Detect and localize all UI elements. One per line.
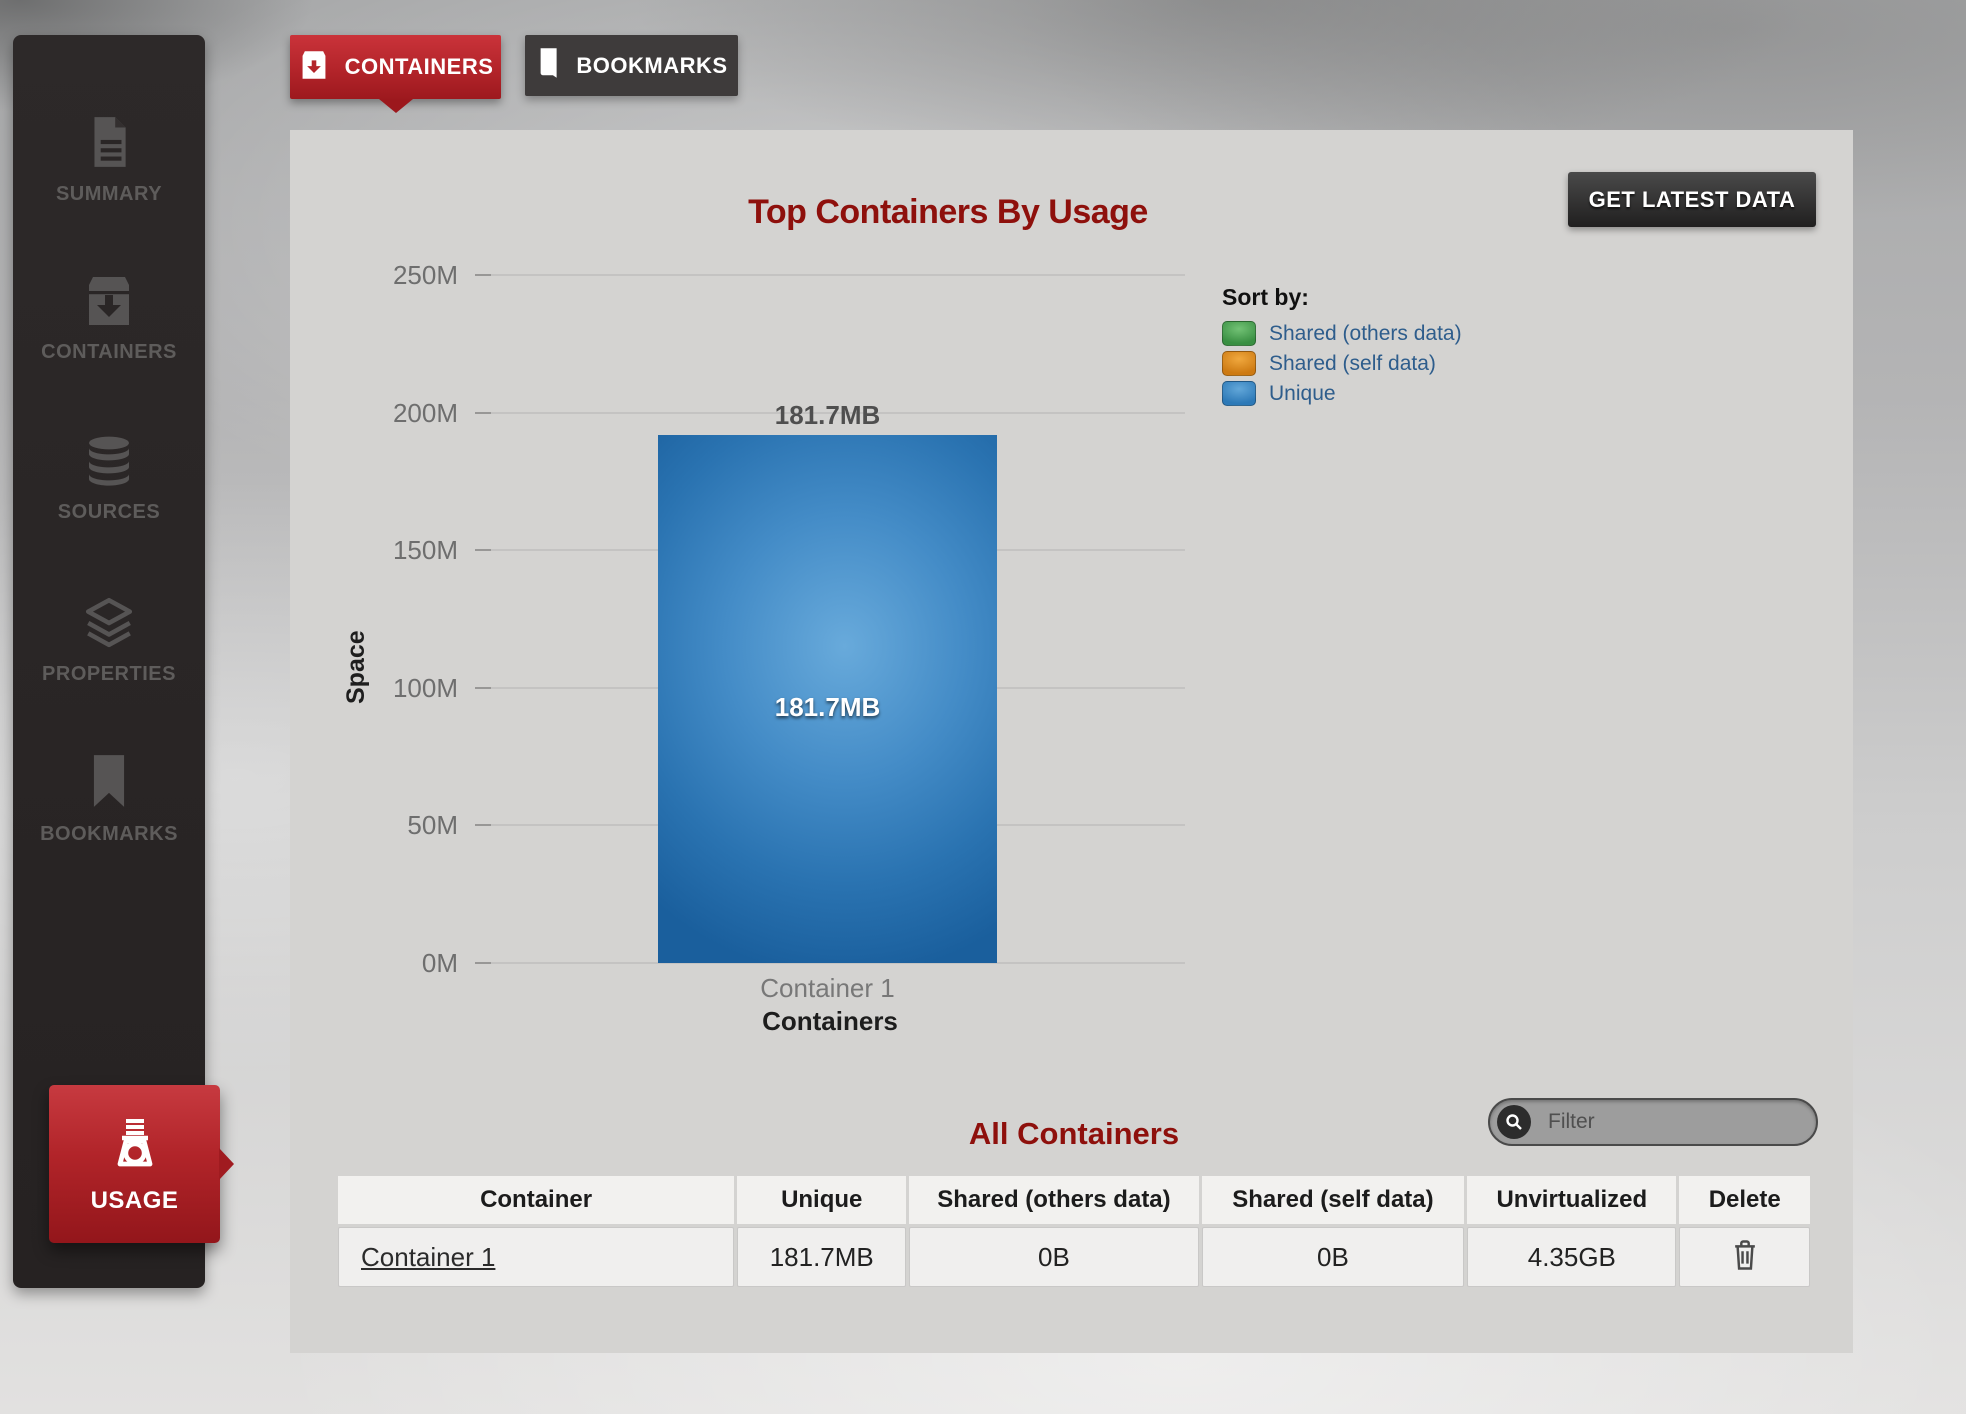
bookmark-icon <box>87 753 131 809</box>
tab-label: CONTAINERS <box>345 54 494 80</box>
sidebar-item-label: PROPERTIES <box>42 663 176 686</box>
legend-label: Unique <box>1269 382 1336 406</box>
bookmarks-tab-icon <box>535 47 561 84</box>
sidebar: SUMMARY CONTAINERS SOURCES PROPERTIES BO… <box>13 35 205 1288</box>
col-header-unvirtualized[interactable]: Unvirtualized <box>1467 1176 1676 1224</box>
cell-unvirtualized: 4.35GB <box>1467 1227 1676 1287</box>
col-header-shared-self[interactable]: Shared (self data) <box>1202 1176 1465 1224</box>
tab-bookmarks[interactable]: BOOKMARKS <box>525 35 738 96</box>
tab-containers[interactable]: CONTAINERS <box>290 35 501 99</box>
col-header-delete: Delete <box>1679 1176 1810 1224</box>
col-header-shared-others[interactable]: Shared (others data) <box>909 1176 1198 1224</box>
container-link[interactable]: Container 1 <box>361 1242 495 1272</box>
get-latest-data-button[interactable]: GET LATEST DATA <box>1568 172 1816 227</box>
legend-label: Shared (others data) <box>1269 322 1462 346</box>
bar-inner-value-label: 181.7MB <box>658 692 997 723</box>
trash-icon <box>1731 1259 1759 1274</box>
scale-weight-icon <box>107 1114 163 1175</box>
table-row: Container 1 181.7MB 0B 0B 4.35GB <box>338 1227 1810 1287</box>
cell-container-name: Container 1 <box>338 1227 734 1287</box>
legend-swatch-green <box>1222 321 1256 346</box>
y-tick-label: 150M <box>320 534 458 566</box>
filter-field <box>1488 1098 1818 1146</box>
sidebar-item-summary[interactable]: SUMMARY <box>13 115 205 206</box>
x-axis-label: Containers <box>475 1006 1185 1037</box>
legend-item-unique[interactable]: Unique <box>1222 381 1462 406</box>
x-category-label: Container 1 <box>658 973 997 1004</box>
legend-title: Sort by: <box>1222 284 1462 311</box>
cell-shared-others: 0B <box>909 1227 1198 1287</box>
tab-label: BOOKMARKS <box>576 53 727 79</box>
containers-tab-icon <box>298 50 330 85</box>
delete-container-button[interactable] <box>1725 1237 1765 1276</box>
y-tick-label: 250M <box>320 259 458 291</box>
usage-panel: Top Containers By Usage GET LATEST DATA … <box>290 130 1853 1353</box>
cell-shared-self: 0B <box>1202 1227 1465 1287</box>
chart-title: Top Containers By Usage <box>598 193 1298 232</box>
sidebar-item-usage-active[interactable]: USAGE <box>49 1085 220 1243</box>
gridline <box>475 274 1185 276</box>
app-root: { "tabs": { "containers": "CONTAINERS", … <box>0 0 1966 1414</box>
sidebar-item-label: SOURCES <box>58 501 160 524</box>
table-header-row: Container Unique Shared (others data) Sh… <box>338 1176 1810 1224</box>
legend-item-shared-self[interactable]: Shared (self data) <box>1222 351 1462 376</box>
legend-swatch-orange <box>1222 351 1256 376</box>
legend-swatch-blue <box>1222 381 1256 406</box>
document-icon <box>83 115 135 169</box>
sidebar-item-label: BOOKMARKS <box>40 823 178 846</box>
sidebar-item-label: SUMMARY <box>56 183 162 206</box>
y-tick-label: 100M <box>320 672 458 704</box>
sidebar-item-label: USAGE <box>91 1187 179 1215</box>
sidebar-item-containers[interactable]: CONTAINERS <box>13 275 205 364</box>
sidebar-item-sources[interactable]: SOURCES <box>13 435 205 524</box>
chart-legend: Sort by: Shared (others data) Shared (se… <box>1222 284 1462 411</box>
search-icon <box>1497 1105 1531 1139</box>
y-tick-label: 200M <box>320 397 458 429</box>
database-icon <box>84 435 134 487</box>
y-tick-label: 0M <box>320 947 458 979</box>
sidebar-item-bookmarks[interactable]: BOOKMARKS <box>13 753 205 846</box>
filter-input[interactable] <box>1488 1098 1818 1146</box>
cell-delete <box>1679 1227 1810 1287</box>
sidebar-item-properties[interactable]: PROPERTIES <box>13 595 205 686</box>
archive-box-icon <box>81 275 137 327</box>
legend-item-shared-others[interactable]: Shared (others data) <box>1222 321 1462 346</box>
sidebar-item-label: CONTAINERS <box>41 341 177 364</box>
legend-label: Shared (self data) <box>1269 352 1436 376</box>
col-header-container[interactable]: Container <box>338 1176 734 1224</box>
y-tick-label: 50M <box>320 809 458 841</box>
layers-icon <box>82 595 136 649</box>
bar-top-value-label: 181.7MB <box>658 400 997 431</box>
y-axis-label: Space <box>342 582 371 752</box>
col-header-unique[interactable]: Unique <box>737 1176 906 1224</box>
containers-table: Container Unique Shared (others data) Sh… <box>335 1173 1813 1290</box>
cell-unique: 181.7MB <box>737 1227 906 1287</box>
